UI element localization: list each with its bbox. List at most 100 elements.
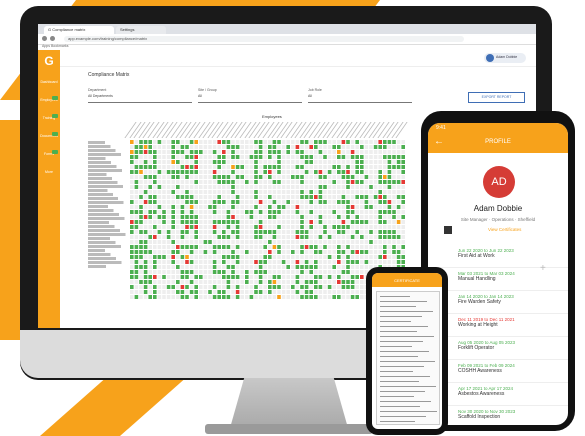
matrix-cell[interactable] [235,250,240,254]
matrix-cell[interactable] [185,250,189,254]
matrix-cell[interactable] [277,230,281,234]
matrix-cell[interactable] [176,165,180,169]
matrix-cell[interactable] [254,175,258,179]
matrix-cell[interactable] [304,185,309,189]
matrix-cell[interactable] [203,165,208,169]
matrix-cell[interactable] [143,235,148,239]
matrix-cell[interactable] [401,225,405,229]
matrix-cell[interactable] [157,190,162,194]
matrix-cell[interactable] [226,245,231,249]
matrix-cell[interactable] [199,295,203,299]
matrix-cell[interactable] [194,240,198,244]
matrix-cell[interactable] [304,285,309,289]
matrix-cell[interactable] [171,285,175,289]
matrix-cell[interactable] [245,280,249,284]
matrix-cell[interactable] [153,295,157,299]
matrix-cell[interactable] [143,195,148,199]
matrix-cell[interactable] [258,280,263,284]
matrix-cell[interactable] [240,140,244,144]
department-select[interactable]: All Departments [88,94,192,103]
matrix-cell[interactable] [387,175,392,179]
matrix-cell[interactable] [148,220,152,224]
matrix-cell[interactable] [272,220,277,224]
matrix-cell[interactable] [162,230,166,234]
matrix-cell[interactable] [240,260,244,264]
matrix-cell[interactable] [309,200,313,204]
matrix-cell[interactable] [203,210,208,214]
matrix-cell[interactable] [341,235,346,239]
matrix-cell[interactable] [199,285,203,289]
matrix-cell[interactable] [235,190,240,194]
matrix-cell[interactable] [314,140,318,144]
matrix-cell[interactable] [231,175,235,179]
matrix-cell[interactable] [180,220,185,224]
matrix-cell[interactable] [401,210,405,214]
matrix-cell[interactable] [291,285,295,289]
matrix-cell[interactable] [139,205,143,209]
matrix-cell[interactable] [134,210,139,214]
matrix-cell[interactable] [212,180,217,184]
matrix-cell[interactable] [231,285,235,289]
matrix-cell[interactable] [355,190,359,194]
matrix-cell[interactable] [318,270,323,274]
matrix-cell[interactable] [194,285,198,289]
matrix-cell[interactable] [295,260,300,264]
matrix-cell[interactable] [212,155,217,159]
matrix-cell[interactable] [286,255,290,259]
matrix-cell[interactable] [341,165,346,169]
matrix-cell[interactable] [194,165,198,169]
matrix-cell[interactable] [387,190,392,194]
matrix-cell[interactable] [332,190,336,194]
matrix-cell[interactable] [309,235,313,239]
matrix-cell[interactable] [277,170,281,174]
matrix-cell[interactable] [360,205,364,209]
matrix-cell[interactable] [235,270,240,274]
matrix-cell[interactable] [157,285,162,289]
matrix-cell[interactable] [130,205,134,209]
matrix-cell[interactable] [286,235,290,239]
matrix-cell[interactable] [281,235,286,239]
matrix-cell[interactable] [373,195,378,199]
matrix-cell[interactable] [314,160,318,164]
matrix-cell[interactable] [189,145,194,149]
matrix-cell[interactable] [327,240,332,244]
matrix-cell[interactable] [148,165,152,169]
matrix-cell[interactable] [318,255,323,259]
matrix-cell[interactable] [401,195,405,199]
matrix-cell[interactable] [148,190,152,194]
matrix-cell[interactable] [203,175,208,179]
matrix-cell[interactable] [369,150,373,154]
matrix-cell[interactable] [341,295,346,299]
matrix-cell[interactable] [291,195,295,199]
matrix-cell[interactable] [364,140,369,144]
matrix-cell[interactable] [373,165,378,169]
matrix-cell[interactable] [143,220,148,224]
matrix-cell[interactable] [130,225,134,229]
matrix-cell[interactable] [249,265,254,269]
matrix-cell[interactable] [281,185,286,189]
matrix-cell[interactable] [134,140,139,144]
matrix-cell[interactable] [235,155,240,159]
matrix-cell[interactable] [162,245,166,249]
matrix-cell[interactable] [217,250,221,254]
matrix-cell[interactable] [226,285,231,289]
matrix-cell[interactable] [291,275,295,279]
matrix-cell[interactable] [355,140,359,144]
matrix-cell[interactable] [360,190,364,194]
matrix-cell[interactable] [341,215,346,219]
matrix-cell[interactable] [240,165,244,169]
matrix-cell[interactable] [314,225,318,229]
matrix-cell[interactable] [143,190,148,194]
matrix-cell[interactable] [346,150,350,154]
matrix-cell[interactable] [387,255,392,259]
matrix-cell[interactable] [318,200,323,204]
matrix-cell[interactable] [360,200,364,204]
matrix-cell[interactable] [337,185,341,189]
matrix-cell[interactable] [355,285,359,289]
matrix-cell[interactable] [130,170,134,174]
matrix-cell[interactable] [281,180,286,184]
matrix-cell[interactable] [263,165,267,169]
matrix-cell[interactable] [337,255,341,259]
matrix-cell[interactable] [263,205,267,209]
matrix-cell[interactable] [143,170,148,174]
